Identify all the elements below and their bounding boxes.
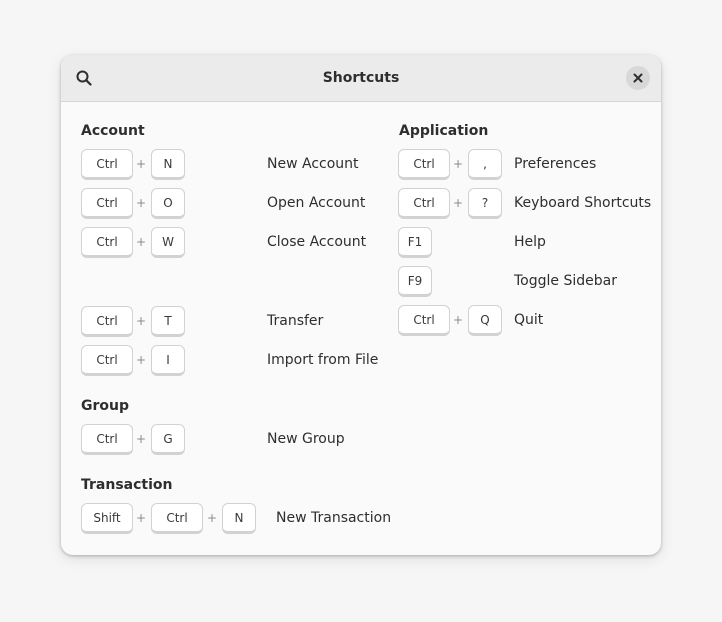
key-cap: Ctrl [81, 227, 133, 258]
key-cap: Ctrl [81, 149, 133, 180]
shortcut-label: Import from File [267, 352, 379, 368]
shortcut-label: Close Account [267, 234, 367, 250]
shortcut-label: Help [514, 234, 546, 250]
key-cap: N [222, 503, 256, 534]
section-title-group: Group [81, 398, 130, 414]
key-cap: Q [468, 305, 502, 336]
key-cap: F9 [398, 266, 432, 297]
key-cap: I [151, 345, 185, 376]
header-bar: Shortcuts [61, 55, 661, 102]
key-cap: W [151, 227, 185, 258]
key-cap: Ctrl [81, 188, 133, 219]
key-cap: G [151, 424, 185, 455]
key-cap: Ctrl [151, 503, 203, 534]
section-title-transaction: Transaction [81, 477, 173, 493]
plus-separator: + [135, 235, 147, 249]
dialog-title: Shortcuts [322, 70, 400, 86]
key-cap: Ctrl [398, 305, 450, 336]
plus-separator: + [135, 511, 147, 525]
plus-separator: + [135, 314, 147, 328]
key-cap: Ctrl [398, 149, 450, 180]
key-cap: F1 [398, 227, 432, 258]
shortcut-label: New Account [267, 156, 359, 172]
key-cap: ? [468, 188, 502, 219]
shortcut-label: Quit [514, 312, 544, 328]
key-cap: Ctrl [81, 424, 133, 455]
close-icon [633, 73, 643, 83]
section-title-application: Application [399, 123, 489, 139]
plus-separator: + [135, 353, 147, 367]
shortcuts-dialog: Shortcuts Account Ctrl + N New Account C… [61, 55, 661, 555]
key-cap: , [468, 149, 502, 180]
plus-separator: + [135, 196, 147, 210]
plus-separator: + [135, 432, 147, 446]
key-cap: Shift [81, 503, 133, 534]
shortcut-label: Transfer [267, 313, 324, 329]
key-cap: N [151, 149, 185, 180]
shortcut-label: Keyboard Shortcuts [514, 195, 652, 211]
key-cap: T [151, 306, 185, 337]
plus-separator: + [452, 313, 464, 327]
section-title-account: Account [81, 123, 145, 139]
key-cap: O [151, 188, 185, 219]
search-icon [76, 70, 92, 86]
close-button[interactable] [626, 66, 650, 90]
plus-separator: + [452, 196, 464, 210]
shortcut-label: Toggle Sidebar [514, 273, 617, 289]
shortcut-label: Open Account [267, 195, 366, 211]
key-cap: Ctrl [81, 345, 133, 376]
shortcut-label: Preferences [514, 156, 597, 172]
key-cap: Ctrl [398, 188, 450, 219]
search-button[interactable] [71, 65, 97, 91]
plus-separator: + [135, 157, 147, 171]
key-cap: Ctrl [81, 306, 133, 337]
shortcut-label: New Group [267, 431, 345, 447]
plus-separator: + [206, 511, 218, 525]
shortcut-label: New Transaction [276, 510, 392, 526]
plus-separator: + [452, 157, 464, 171]
